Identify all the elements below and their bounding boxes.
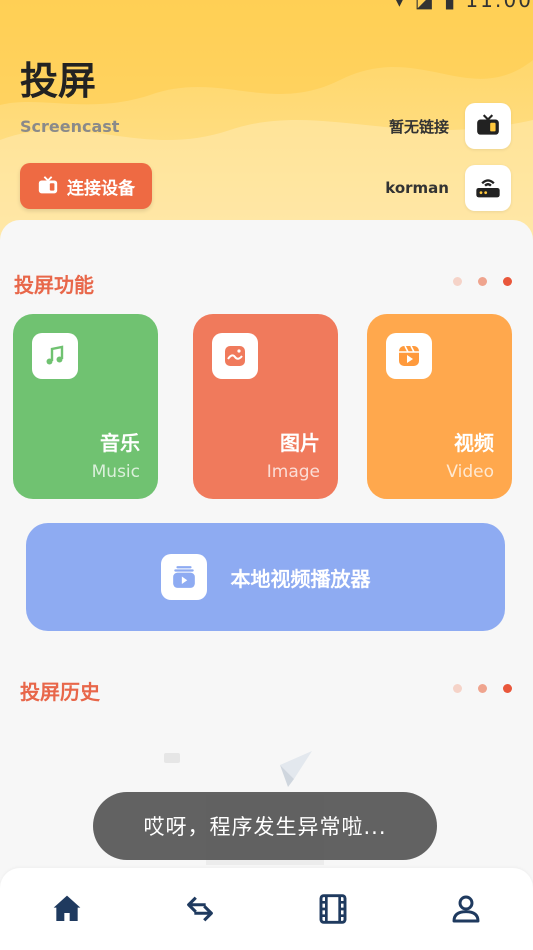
history-section-title: 投屏历史 xyxy=(20,680,100,704)
home-icon xyxy=(53,895,80,921)
status-time: 11:00 xyxy=(465,0,533,12)
device-status-no-link[interactable]: 暂无链接 xyxy=(389,103,511,149)
features-section-title: 投屏功能 xyxy=(14,273,94,297)
device-name: korman xyxy=(385,179,449,197)
status-icons: ▾ ◪ ▮ xyxy=(394,0,466,12)
page-dot xyxy=(478,277,487,286)
device-status-label: 暂无链接 xyxy=(388,117,449,136)
music-card[interactable]: 音乐 Music xyxy=(13,314,158,499)
image-card[interactable]: 图片 Image xyxy=(193,314,338,499)
status-bar: ▾ ◪ ▮ 11:00 xyxy=(394,0,533,12)
swap-arrows-icon xyxy=(186,896,213,922)
history-page-indicator xyxy=(437,684,512,693)
device-korman[interactable]: korman xyxy=(385,165,511,211)
page-dot xyxy=(453,684,462,693)
video-icon xyxy=(399,345,419,366)
page-dot-active xyxy=(503,277,512,286)
tab-home[interactable] xyxy=(37,879,97,939)
video-card[interactable]: 视频 Video xyxy=(367,314,512,499)
image-icon xyxy=(225,346,245,366)
router-icon-box[interactable] xyxy=(465,165,511,211)
tv-icon xyxy=(38,176,58,194)
user-icon xyxy=(452,895,480,923)
music-card-subtitle: Music xyxy=(91,462,140,482)
local-video-player-button[interactable]: 本地视频播放器 xyxy=(26,523,505,631)
tv-icon xyxy=(477,114,499,135)
tv-icon-box[interactable] xyxy=(465,103,511,149)
router-icon xyxy=(476,179,500,198)
page-dot xyxy=(453,277,462,286)
video-player-icon-box xyxy=(160,554,207,600)
page-subtitle: Screencast xyxy=(20,117,120,136)
bottom-tab-bar xyxy=(0,868,533,950)
page-dot xyxy=(478,684,487,693)
video-card-subtitle: Video xyxy=(446,462,494,482)
tab-transfer[interactable] xyxy=(170,879,230,939)
error-toast: 哎呀，程序发生异常啦... xyxy=(93,792,437,860)
music-icon xyxy=(46,345,64,365)
tab-profile[interactable] xyxy=(436,879,496,939)
music-icon-box xyxy=(32,333,78,379)
music-card-title: 音乐 xyxy=(100,431,140,455)
film-icon xyxy=(319,894,347,924)
video-card-title: 视频 xyxy=(454,431,494,455)
video-player-icon xyxy=(172,566,195,588)
page-dot-active xyxy=(503,684,512,693)
video-icon-box xyxy=(386,333,432,379)
image-card-title: 图片 xyxy=(280,431,320,455)
connect-device-button[interactable]: 连接设备 xyxy=(20,163,152,209)
page-title: 投屏 xyxy=(20,59,97,103)
features-page-indicator xyxy=(437,277,512,286)
tab-media[interactable] xyxy=(303,879,363,939)
image-card-subtitle: Image xyxy=(266,462,320,482)
image-icon-box xyxy=(212,333,258,379)
connect-device-label: 连接设备 xyxy=(67,178,135,199)
local-video-player-label: 本地视频播放器 xyxy=(230,566,371,591)
